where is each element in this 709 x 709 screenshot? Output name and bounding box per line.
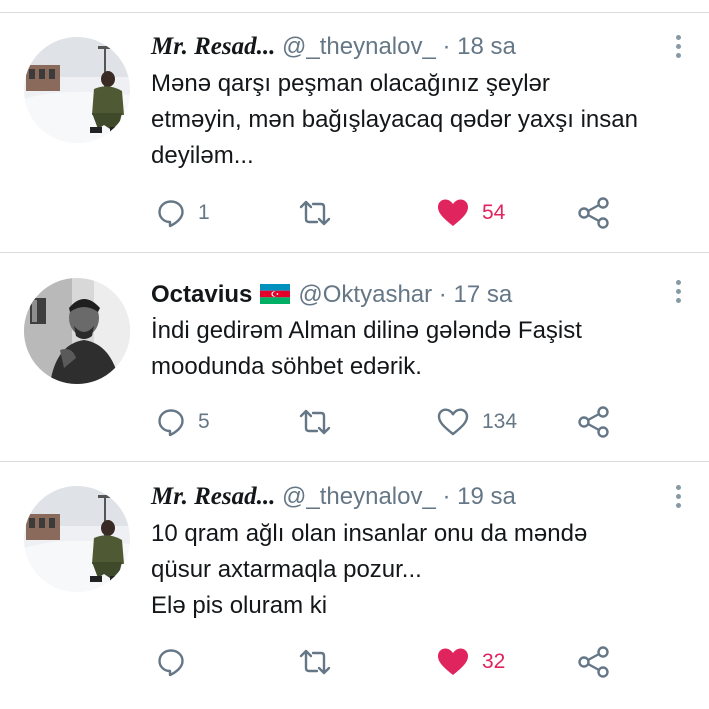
reply-button[interactable]: 1 <box>156 193 210 233</box>
reply-icon <box>158 409 184 437</box>
like-button[interactable]: 134 <box>436 402 517 442</box>
reply-button[interactable] <box>156 642 198 682</box>
heart-filled-icon <box>438 648 468 675</box>
retweet-button[interactable] <box>298 193 332 233</box>
tweet-text-line: qüsur axtarmaqla pozur... <box>151 556 422 583</box>
like-count: 134 <box>482 410 518 433</box>
like-count: 32 <box>482 650 506 673</box>
like-button[interactable]: 32 <box>436 642 505 682</box>
tweet-text: Mənə qarşı peşman olacağınız şeylər etmə… <box>151 66 691 174</box>
avatar[interactable] <box>24 278 130 384</box>
share-icon <box>578 406 609 438</box>
avatar[interactable] <box>24 37 130 143</box>
tweet-actions: 32 <box>0 642 709 682</box>
separator <box>0 12 709 13</box>
reply-count: 5 <box>198 410 210 433</box>
tweet-text-line: 10 qram ağlı olan insanlar onu da məndə <box>151 520 588 547</box>
retweet-button[interactable] <box>298 642 332 682</box>
tweet-text-line: Mənə qarşı peşman olacağınız şeylər <box>151 70 550 97</box>
like-button[interactable]: 54 <box>436 193 505 233</box>
more-options-icon[interactable] <box>670 280 686 310</box>
avatar[interactable] <box>24 486 130 592</box>
retweet-icon <box>299 649 331 675</box>
retweet-icon <box>299 200 331 226</box>
azerbaijan-flag-icon <box>260 282 291 312</box>
tweet-text-line: deyiləm... <box>151 142 254 169</box>
retweet-button[interactable] <box>298 402 332 442</box>
tweet-text-line: etməyin, mən bağışlayacaq qədər yaxşı in… <box>151 106 638 133</box>
timestamp[interactable]: 19 sa <box>457 483 516 510</box>
like-count: 54 <box>482 201 506 224</box>
reply-icon <box>158 200 184 228</box>
tweet-header: Mr. Resad... @_theynalov_ · 19 sa <box>151 482 516 512</box>
separator-dot: · <box>442 483 451 510</box>
more-options-icon[interactable] <box>670 35 686 65</box>
share-button[interactable] <box>578 402 610 442</box>
tweet-header: Octavius @Oktyashar · 17 sa <box>151 280 512 312</box>
tweet-actions: 1 54 <box>0 193 709 233</box>
heart-filled-icon <box>438 199 468 226</box>
heart-outline-icon <box>437 408 469 436</box>
tweet-actions: 5 134 <box>0 402 709 442</box>
tweet-text-line: İndi gedirəm Alman dilinə gələndə Faşist <box>151 317 582 344</box>
more-options-icon[interactable] <box>670 485 686 515</box>
tweet-text: 10 qram ağlı olan insanlar onu da məndə … <box>151 516 691 624</box>
reply-button[interactable]: 5 <box>156 402 210 442</box>
timestamp[interactable]: 17 sa <box>453 281 512 308</box>
separator <box>0 252 709 253</box>
share-icon <box>578 646 609 678</box>
handle[interactable]: @_theynalov_ <box>282 483 436 510</box>
separator <box>0 461 709 462</box>
share-icon <box>578 197 609 229</box>
handle[interactable]: @Oktyashar <box>298 281 432 308</box>
separator-dot: · <box>438 281 447 308</box>
display-name[interactable]: Mr. Resad... <box>151 483 275 510</box>
display-name[interactable]: Mr. Resad... <box>151 33 275 60</box>
handle[interactable]: @_theynalov_ <box>282 33 436 60</box>
tweet-header: Mr. Resad... @_theynalov_ · 18 sa <box>151 32 516 62</box>
retweet-icon <box>299 409 331 435</box>
reply-count: 1 <box>198 201 210 224</box>
separator-dot: · <box>442 33 451 60</box>
share-button[interactable] <box>578 642 610 682</box>
tweet-text: İndi gedirəm Alman dilinə gələndə Faşist… <box>151 313 691 385</box>
reply-icon <box>158 649 184 677</box>
timestamp[interactable]: 18 sa <box>457 33 516 60</box>
share-button[interactable] <box>578 193 610 233</box>
tweet-text-line: moodunda söhbet edərik. <box>151 353 422 380</box>
tweet-text-line: Elə pis oluram ki <box>151 592 328 619</box>
display-name[interactable]: Octavius <box>151 281 252 308</box>
